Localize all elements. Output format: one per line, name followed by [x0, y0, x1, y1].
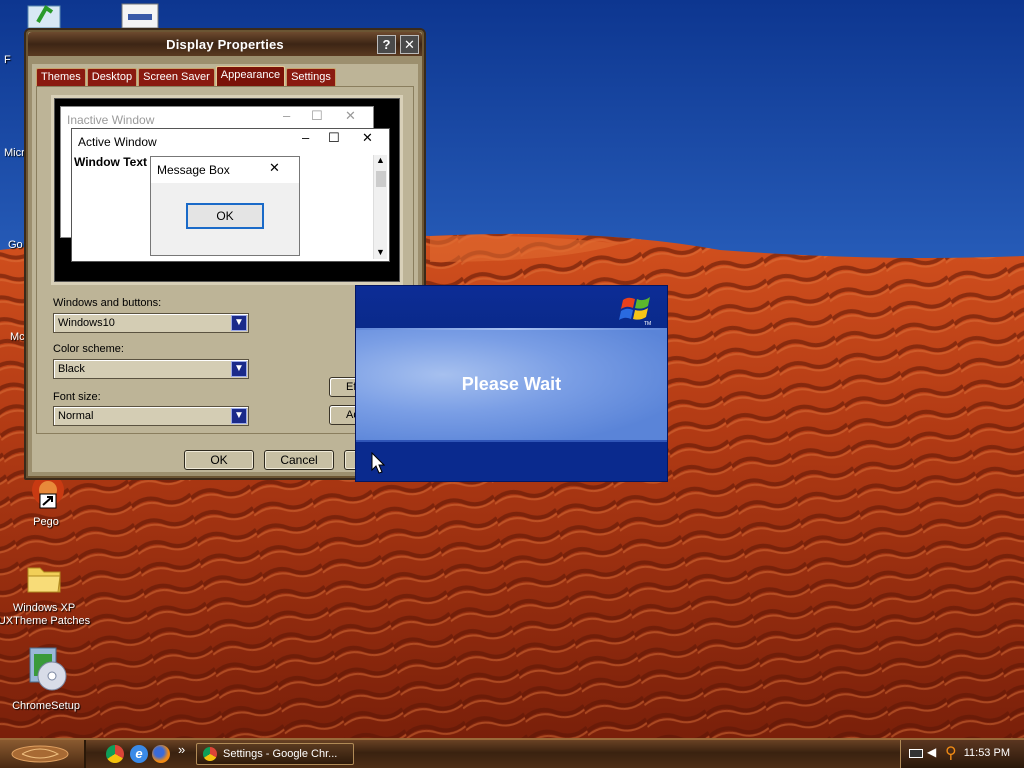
start-ornament-icon: [11, 745, 69, 763]
clock[interactable]: 11:53 PM: [964, 747, 1010, 759]
please-wait-header: TM: [356, 286, 667, 330]
system-tray: ◀ ⚲ 11:53 PM: [900, 740, 1024, 768]
appearance-preview: Inactive Window – ☐ ✕ Active Window – ☐ …: [51, 95, 403, 285]
minimize-icon: –: [302, 130, 310, 145]
desktop-icon-label: ChromeSetup: [12, 700, 80, 712]
desktop-icon-chromesetup[interactable]: ChromeSetup: [0, 644, 94, 713]
windows-and-buttons-label: Windows and buttons:: [53, 297, 162, 309]
folder-icon: [27, 567, 61, 593]
start-button[interactable]: [0, 740, 86, 768]
active-window-title: Active Window: [78, 135, 157, 149]
help-button[interactable]: ?: [377, 35, 396, 54]
recycle-bin-icon: [27, 5, 61, 29]
desktop-icon-label: Pego: [33, 516, 59, 528]
chevron-down-icon[interactable]: ▼: [231, 408, 247, 424]
color-scheme-label: Color scheme:: [53, 343, 124, 355]
firefox-icon[interactable]: [152, 745, 170, 763]
ie-icon[interactable]: e: [130, 745, 148, 763]
tab-screen-saver[interactable]: Screen Saver: [138, 68, 215, 86]
maximize-icon: ☐: [311, 108, 323, 123]
window-text-sample: Window Text: [74, 155, 147, 169]
message-box-ok-button: OK: [186, 203, 264, 229]
message-box-preview: Message Box ✕ OK: [150, 156, 300, 256]
please-wait-footer: [356, 442, 667, 481]
inactive-window-title: Inactive Window: [67, 113, 155, 127]
desktop-icon-label: Micr: [4, 147, 25, 159]
taskbar: e » Settings - Google Chr... ◀ ⚲ 11:53 P…: [0, 738, 1024, 768]
desktop-icon-uxtheme-folder[interactable]: Windows XP UXTheme Patches: [0, 558, 92, 628]
close-icon: ✕: [362, 130, 373, 145]
color-scheme-select[interactable]: Black ▼: [53, 359, 249, 379]
please-wait-dialog: TM Please Wait: [355, 285, 668, 482]
please-wait-body: Please Wait: [356, 330, 667, 442]
tab-appearance[interactable]: Appearance: [215, 66, 286, 86]
close-icon: ✕: [345, 108, 356, 123]
font-size-value: Normal: [58, 410, 94, 422]
keyboard-icon[interactable]: [909, 749, 923, 758]
windows-and-buttons-select[interactable]: Windows10 ▼: [53, 313, 249, 333]
mouse-cursor-icon: [371, 452, 385, 474]
scroll-down-icon: ▼: [376, 247, 385, 257]
minimize-icon: –: [283, 108, 291, 123]
scrollbar-thumb: [376, 171, 386, 187]
tab-themes[interactable]: Themes: [36, 68, 86, 86]
window-title: Display Properties: [166, 37, 284, 52]
message-box-title: Message Box: [157, 163, 230, 177]
close-icon: ✕: [269, 160, 280, 175]
message-box-titlebar: Message Box ✕: [151, 157, 299, 183]
chevron-down-icon[interactable]: ▼: [231, 361, 247, 377]
cancel-button[interactable]: Cancel: [264, 450, 334, 470]
desktop-icon-partial[interactable]: [24, 2, 64, 29]
windows-logo-icon: TM: [619, 297, 651, 327]
tab-desktop[interactable]: Desktop: [86, 68, 138, 86]
desktop-icon-label: Mc: [10, 331, 25, 343]
chrome-icon: [203, 747, 217, 761]
font-size-select[interactable]: Normal ▼: [53, 406, 249, 426]
tab-strip: Themes Desktop Screen Saver Appearance S…: [36, 66, 336, 86]
document-icon: [121, 3, 159, 29]
quick-launch-chevron[interactable]: »: [178, 742, 185, 757]
windows-and-buttons-value: Windows10: [58, 317, 115, 329]
taskbar-button-label: Settings - Google Chr...: [223, 748, 338, 760]
search-icon[interactable]: ⚲: [945, 743, 957, 763]
window-titlebar[interactable]: Display Properties ? ✕: [28, 32, 422, 56]
maximize-icon: ☐: [328, 130, 340, 145]
tab-settings[interactable]: Settings: [286, 68, 336, 86]
ok-button[interactable]: OK: [184, 450, 254, 470]
color-scheme-value: Black: [58, 363, 85, 375]
volume-icon[interactable]: ◀: [927, 745, 936, 759]
chevron-down-icon[interactable]: ▼: [231, 315, 247, 331]
taskbar-button-chrome[interactable]: Settings - Google Chr...: [196, 743, 354, 765]
please-wait-text: Please Wait: [461, 374, 562, 394]
desktop-icon-label: Go: [8, 239, 23, 251]
desktop-icon-partial[interactable]: [120, 2, 160, 29]
desktop-icon-label: F: [4, 54, 11, 66]
close-button[interactable]: ✕: [400, 35, 419, 54]
desktop-icon-label: Windows XP UXTheme Patches: [0, 602, 91, 627]
scrollbar: ▲ ▼: [373, 155, 387, 259]
installer-icon: [29, 647, 67, 691]
desktop-icon-pego[interactable]: Pego: [0, 474, 94, 529]
scroll-up-icon: ▲: [376, 155, 385, 165]
font-size-label: Font size:: [53, 391, 101, 403]
trademark-label: TM: [644, 321, 651, 327]
chrome-icon[interactable]: [106, 745, 124, 763]
